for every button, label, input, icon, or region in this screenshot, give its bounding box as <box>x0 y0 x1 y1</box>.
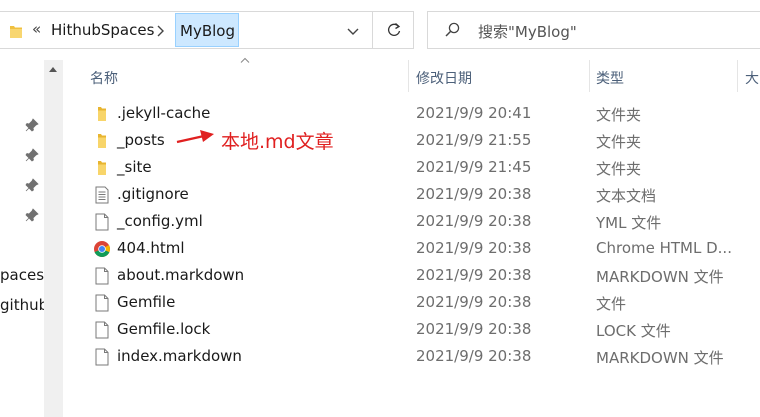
column-header-size[interactable]: 大 <box>745 68 759 88</box>
file-icon <box>95 213 109 231</box>
column-divider[interactable] <box>737 60 738 92</box>
file-name: _config.yml <box>117 212 203 230</box>
file-modified: 2021/9/9 20:38 <box>416 185 532 203</box>
file-type: 文件夹 <box>596 106 642 124</box>
nav-scrollbar[interactable] <box>44 60 63 417</box>
nav-item-spaces[interactable]: paces <box>0 266 44 284</box>
folder-icon <box>98 107 106 121</box>
folder-icon <box>10 26 22 38</box>
search-placeholder: 搜索"MyBlog" <box>478 23 577 41</box>
file-name: _site <box>117 158 152 176</box>
file-type: MARKDOWN 文件 <box>596 268 724 286</box>
file-name: index.markdown <box>117 347 242 365</box>
file-row[interactable]: _posts 2021/9/9 21:55 文件夹 <box>63 127 760 154</box>
file-row[interactable]: index.markdown 2021/9/9 20:38 MARKDOWN 文… <box>63 343 760 370</box>
file-modified: 2021/9/9 20:41 <box>416 104 532 122</box>
file-icon <box>95 294 109 312</box>
file-row[interactable]: .jekyll-cache 2021/9/9 20:41 文件夹 <box>63 100 760 127</box>
file-icon <box>95 321 109 339</box>
file-modified: 2021/9/9 20:38 <box>416 320 532 338</box>
breadcrumb-item-current[interactable]: MyBlog <box>175 13 239 47</box>
pin-icon[interactable] <box>25 118 39 132</box>
search-input[interactable]: 搜索"MyBlog" <box>427 11 760 49</box>
chevron-down-icon[interactable] <box>340 20 366 42</box>
file-name: Gemfile.lock <box>117 320 211 338</box>
file-type: 文本文档 <box>596 187 657 205</box>
file-modified: 2021/9/9 20:38 <box>416 212 532 230</box>
sort-ascending-icon <box>240 57 250 63</box>
pin-icon[interactable] <box>25 148 39 162</box>
file-modified: 2021/9/9 21:45 <box>416 158 532 176</box>
file-name: _posts <box>117 131 165 149</box>
file-type: MARKDOWN 文件 <box>596 349 724 367</box>
file-row[interactable]: .gitignore 2021/9/9 20:38 文本文档 <box>63 181 760 208</box>
column-header-modified[interactable]: 修改日期 <box>416 68 472 88</box>
file-type: LOCK 文件 <box>596 322 671 340</box>
file-modified: 2021/9/9 20:38 <box>416 347 532 365</box>
file-type: 文件 <box>596 295 627 313</box>
column-divider[interactable] <box>408 60 409 92</box>
scroll-up-icon[interactable] <box>48 65 58 73</box>
file-modified: 2021/9/9 20:38 <box>416 266 532 284</box>
file-name: 404.html <box>117 239 185 257</box>
file-name: about.markdown <box>117 266 245 284</box>
file-row[interactable]: 404.html 2021/9/9 20:38 Chrome HTML D... <box>63 235 760 262</box>
nav-item-github[interactable]: github <box>0 296 48 314</box>
refresh-icon <box>388 23 401 36</box>
breadcrumb-overflow-chevron[interactable]: « <box>32 20 41 38</box>
file-type: YML 文件 <box>596 214 662 232</box>
file-name: .jekyll-cache <box>117 104 211 122</box>
file-row[interactable]: about.markdown 2021/9/9 20:38 MARKDOWN 文… <box>63 262 760 289</box>
file-row[interactable]: Gemfile.lock 2021/9/9 20:38 LOCK 文件 <box>63 316 760 343</box>
column-header-type[interactable]: 类型 <box>596 68 624 88</box>
search-icon <box>445 22 460 37</box>
column-header-name[interactable]: 名称 <box>90 68 118 88</box>
file-type: 文件夹 <box>596 133 642 151</box>
file-type: 文件夹 <box>596 160 642 178</box>
file-modified: 2021/9/9 20:38 <box>416 239 532 257</box>
file-name: Gemfile <box>117 293 176 311</box>
folder-icon <box>98 134 106 148</box>
file-icon <box>95 348 109 366</box>
breadcrumb-item-hithubspaces[interactable]: HithubSpaces <box>51 21 154 39</box>
navigation-pane: paces github <box>0 60 48 417</box>
column-divider[interactable] <box>589 60 590 92</box>
annotation-arrow-icon <box>176 130 214 144</box>
breadcrumb-current-label: MyBlog <box>180 22 235 40</box>
annotation-label: 本地.md文章 <box>221 131 334 153</box>
file-row[interactable]: Gemfile 2021/9/9 20:38 文件 <box>63 289 760 316</box>
chevron-right-icon[interactable] <box>155 25 165 37</box>
file-type: Chrome HTML D... <box>596 239 732 257</box>
file-name: .gitignore <box>117 185 189 203</box>
file-row[interactable]: _site 2021/9/9 21:45 文件夹 <box>63 154 760 181</box>
pin-icon[interactable] <box>25 178 39 192</box>
file-icon <box>95 267 109 285</box>
file-modified: 2021/9/9 21:55 <box>416 131 532 149</box>
file-modified: 2021/9/9 20:38 <box>416 293 532 311</box>
refresh-button[interactable] <box>372 12 413 48</box>
column-header-row: 名称 修改日期 类型 大 <box>63 57 760 92</box>
address-bar[interactable]: « HithubSpaces MyBlog <box>0 11 414 49</box>
file-row[interactable]: _config.yml 2021/9/9 20:38 YML 文件 <box>63 208 760 235</box>
pin-icon[interactable] <box>25 208 39 222</box>
text-document-icon <box>95 186 109 204</box>
chrome-icon <box>94 241 111 258</box>
folder-icon <box>98 161 106 175</box>
